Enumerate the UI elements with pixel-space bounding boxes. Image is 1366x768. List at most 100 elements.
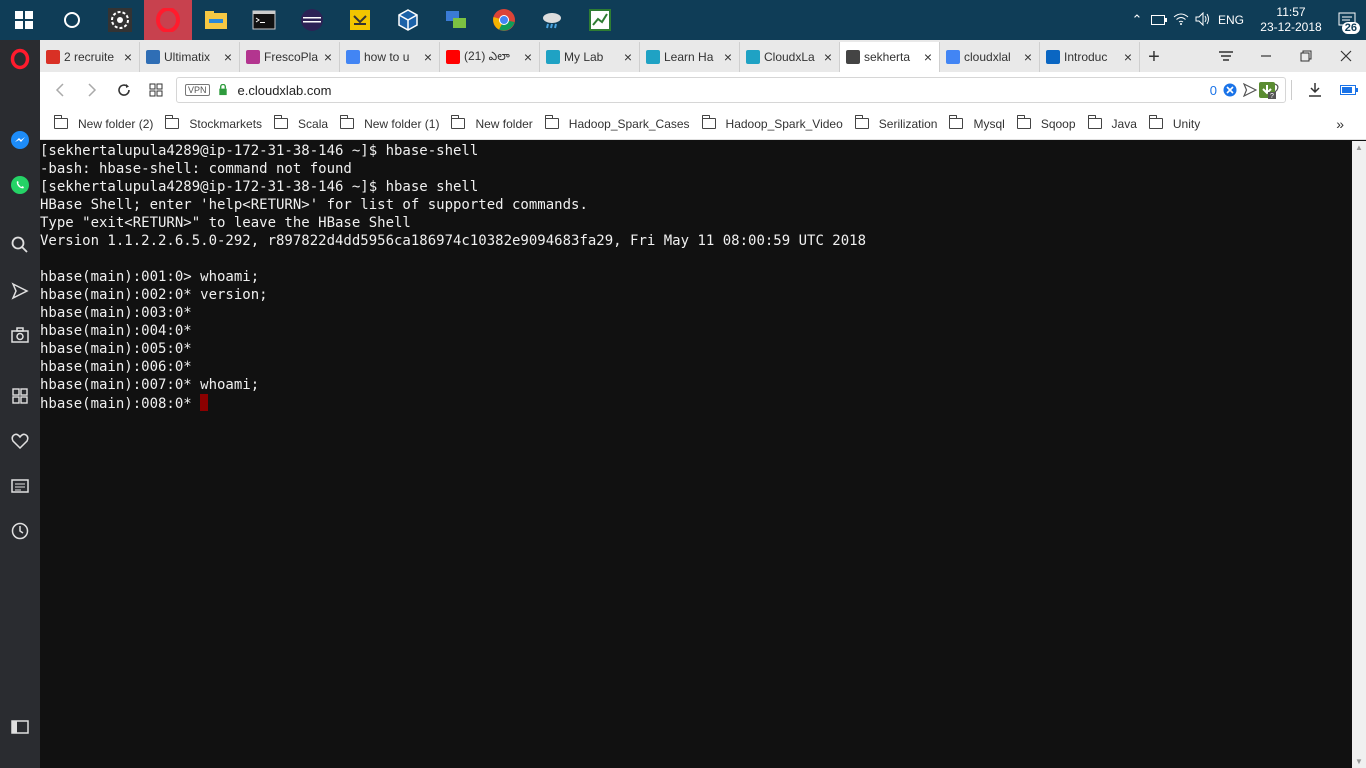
tab-8[interactable]: sekherta ×	[840, 42, 940, 72]
cortana-search-button[interactable]	[48, 0, 96, 40]
close-tab-icon[interactable]: ×	[1021, 49, 1035, 65]
send-icon	[11, 282, 29, 300]
language-indicator[interactable]: ENG	[1214, 13, 1248, 27]
terminal-prompt-line[interactable]: hbase(main):008:0*	[40, 394, 1352, 412]
windows-start-icon	[15, 11, 33, 29]
bookmark-folder[interactable]: Sqoop	[1016, 115, 1076, 131]
snapshot-button[interactable]	[0, 320, 40, 350]
taskbar-virtualbox[interactable]	[384, 0, 432, 40]
bookmark-folder[interactable]: Unity	[1148, 115, 1201, 131]
close-tab-icon[interactable]: ×	[321, 49, 335, 65]
ad-block-icon[interactable]	[1223, 83, 1237, 97]
forward-button[interactable]	[76, 72, 108, 108]
bookmark-label: Mysql	[973, 116, 1005, 131]
restore-button[interactable]	[1286, 40, 1326, 72]
minimize-button[interactable]	[1246, 40, 1286, 72]
history-button[interactable]	[0, 516, 40, 546]
taskbar-weather[interactable]	[528, 0, 576, 40]
close-tab-icon[interactable]: ×	[721, 49, 735, 65]
battery-icon[interactable]	[1148, 13, 1170, 28]
bookmark-folder[interactable]: New folder	[451, 115, 533, 131]
bookmark-folder[interactable]: Mysql	[949, 115, 1005, 131]
windows-start-button[interactable]	[0, 0, 48, 40]
tab-5[interactable]: My Lab ×	[540, 42, 640, 72]
bookmark-label: Java	[1111, 116, 1137, 131]
speed-dial-button[interactable]	[0, 381, 40, 411]
address-field[interactable]: VPN e.cloudxlab.com 0	[176, 77, 1286, 103]
whatsapp-button[interactable]	[0, 170, 40, 200]
terminal-line: hbase(main):007:0* whoami;	[40, 377, 260, 393]
bookmark-folder[interactable]: New folder (1)	[340, 115, 439, 131]
bookmark-folder[interactable]: Scala	[274, 115, 328, 131]
bookmarks-overflow-button[interactable]: »	[1336, 116, 1344, 132]
tab-10[interactable]: Introduc ×	[1040, 42, 1140, 72]
close-tab-icon[interactable]: ×	[821, 49, 835, 65]
chevron-up-icon[interactable]: ⌃	[1126, 12, 1148, 28]
send-flow-button[interactable]	[0, 276, 40, 306]
wifi-icon[interactable]	[1170, 12, 1192, 29]
tab-1[interactable]: Ultimatix ×	[140, 42, 240, 72]
bookmark-folder[interactable]: Serilization	[854, 115, 937, 131]
tab-2[interactable]: FrescoPla ×	[240, 42, 340, 72]
taskbar-network-tool[interactable]	[336, 0, 384, 40]
tab-4[interactable]: (21) ఎలా ×	[440, 42, 540, 72]
battery-saver-button[interactable]	[1332, 72, 1366, 108]
close-tab-icon[interactable]: ×	[521, 49, 535, 65]
close-tab-icon[interactable]: ×	[421, 49, 435, 65]
scroll-down-icon[interactable]: ▼	[1355, 757, 1363, 766]
taskbar-remote-desktop[interactable]	[432, 0, 480, 40]
bookmark-folder[interactable]: Hadoop_Spark_Cases	[544, 115, 690, 131]
tab-9[interactable]: cloudxlal ×	[940, 42, 1040, 72]
search-button[interactable]	[0, 230, 40, 260]
tab-7[interactable]: CloudxLa ×	[740, 42, 840, 72]
taskbar-file-explorer[interactable]	[192, 0, 240, 40]
tab-0[interactable]: 2 recruite ×	[40, 42, 140, 72]
close-tab-icon[interactable]: ×	[121, 49, 135, 65]
vpn-badge[interactable]: VPN	[185, 84, 210, 96]
volume-icon[interactable]	[1192, 11, 1214, 29]
taskbar-eclipse[interactable]	[288, 0, 336, 40]
downloads-button[interactable]	[1298, 72, 1332, 108]
bookmarks-button[interactable]	[0, 426, 40, 456]
command-prompt-icon	[252, 10, 276, 30]
reload-button[interactable]	[108, 72, 140, 108]
taskbar-clock[interactable]: 11:57 23-12-2018	[1254, 5, 1328, 35]
tab-3[interactable]: how to u ×	[340, 42, 440, 72]
messenger-button[interactable]	[0, 125, 40, 155]
tab-6[interactable]: Learn Ha ×	[640, 42, 740, 72]
bookmark-folder[interactable]: Hadoop_Spark_Video	[701, 115, 843, 131]
taskbar-command-prompt[interactable]	[240, 0, 288, 40]
bookmark-folder[interactable]: New folder (2)	[54, 115, 153, 131]
terminal-scrollbar[interactable]: ▲ ▼	[1352, 141, 1366, 768]
terminal-window[interactable]: [sekhertalupula4289@ip-172-31-38-146 ~]$…	[40, 141, 1352, 768]
taskbar-app-pinwheel[interactable]	[96, 0, 144, 40]
taskbar-opera[interactable]	[144, 0, 192, 40]
new-tab-button[interactable]: +	[1140, 42, 1168, 72]
close-tab-icon[interactable]: ×	[921, 49, 935, 65]
close-window-button[interactable]	[1326, 40, 1366, 72]
back-button[interactable]	[44, 72, 76, 108]
extension-button[interactable]: ?	[1250, 72, 1284, 108]
bookmark-label: Sqoop	[1040, 116, 1076, 131]
speed-dial-grid-button[interactable]	[140, 72, 172, 108]
bookmark-folder[interactable]: Java	[1087, 115, 1137, 131]
opera-menu-button[interactable]	[0, 44, 40, 74]
opera-sidebar	[0, 40, 40, 768]
url-text[interactable]: e.cloudxlab.com	[238, 83, 332, 98]
taskbar-chrome[interactable]	[480, 0, 528, 40]
action-center-button[interactable]: 26	[1328, 0, 1366, 40]
folder-icon	[54, 115, 68, 129]
lock-icon[interactable]	[218, 84, 228, 96]
scroll-up-icon[interactable]: ▲	[1355, 143, 1363, 152]
bookmark-folder[interactable]: Stockmarkets	[165, 115, 262, 131]
close-tab-icon[interactable]: ×	[621, 49, 635, 65]
gmail-icon	[46, 50, 60, 64]
news-button[interactable]	[0, 471, 40, 501]
close-tab-icon[interactable]: ×	[221, 49, 235, 65]
bookmark-label: Unity	[1172, 116, 1201, 131]
ad-block-count[interactable]: 0	[1210, 83, 1217, 98]
tab-menu-button[interactable]	[1206, 40, 1246, 72]
sidebar-toggle-button[interactable]	[0, 712, 40, 742]
close-tab-icon[interactable]: ×	[1121, 49, 1135, 65]
taskbar-chart-app[interactable]	[576, 0, 624, 40]
